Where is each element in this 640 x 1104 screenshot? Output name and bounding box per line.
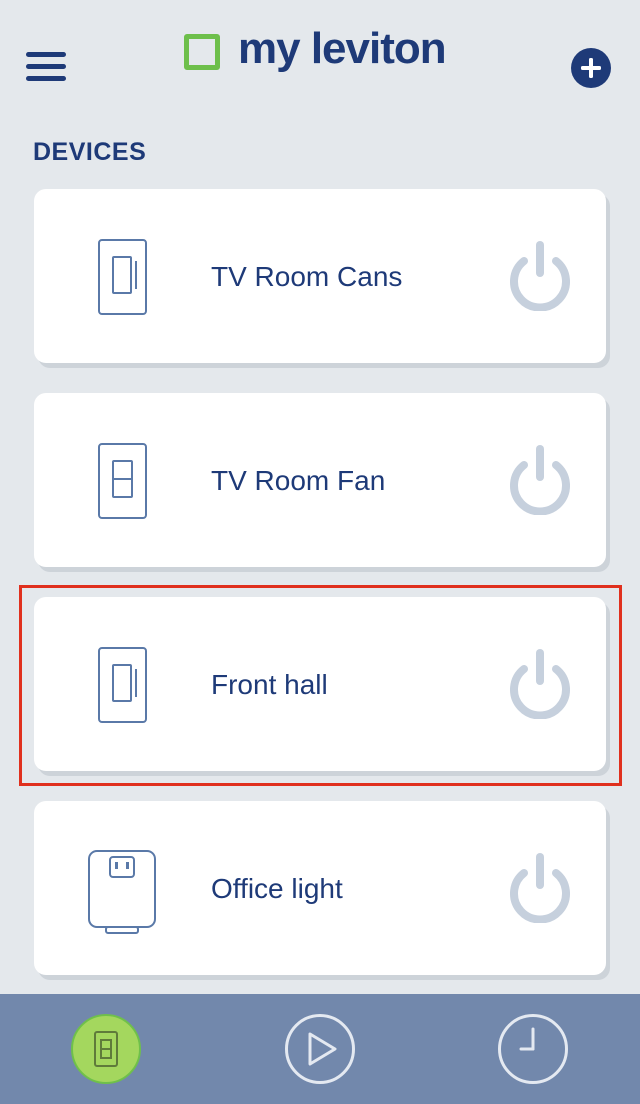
power-icon[interactable]: [504, 443, 576, 515]
logo-text: my leviton: [238, 24, 447, 73]
dimmer-switch-icon: [98, 239, 147, 315]
device-card-tv-room-cans[interactable]: TV Room Cans: [34, 189, 606, 363]
tab-devices[interactable]: [71, 1014, 141, 1084]
plug-in-dimmer-icon: [88, 850, 156, 934]
device-name: TV Room Fan: [211, 465, 386, 496]
play-scenes-icon: [308, 1032, 337, 1066]
power-icon[interactable]: [504, 851, 576, 923]
clock-schedules-icon: [519, 1027, 535, 1051]
devices-section-title: DEVICES: [33, 138, 147, 166]
device-card-office-light[interactable]: Office light: [34, 801, 606, 975]
add-device-button[interactable]: [571, 48, 611, 88]
bottom-tab-bar: [0, 994, 640, 1104]
device-name: Office light: [211, 873, 343, 904]
logo-square-icon: [184, 34, 220, 70]
hamburger-menu-icon[interactable]: [26, 52, 66, 84]
fan-speed-control-icon: [98, 443, 147, 519]
power-icon[interactable]: [504, 239, 576, 311]
selection-highlight: [19, 585, 622, 786]
plus-icon: [581, 58, 601, 78]
device-name: TV Room Cans: [211, 261, 403, 292]
device-card-tv-room-fan[interactable]: TV Room Fan: [34, 393, 606, 567]
tab-schedules[interactable]: [498, 1014, 568, 1084]
devices-switch-icon: [94, 1031, 118, 1067]
tab-scenes[interactable]: [285, 1014, 355, 1084]
app-header: my leviton: [0, 0, 640, 130]
